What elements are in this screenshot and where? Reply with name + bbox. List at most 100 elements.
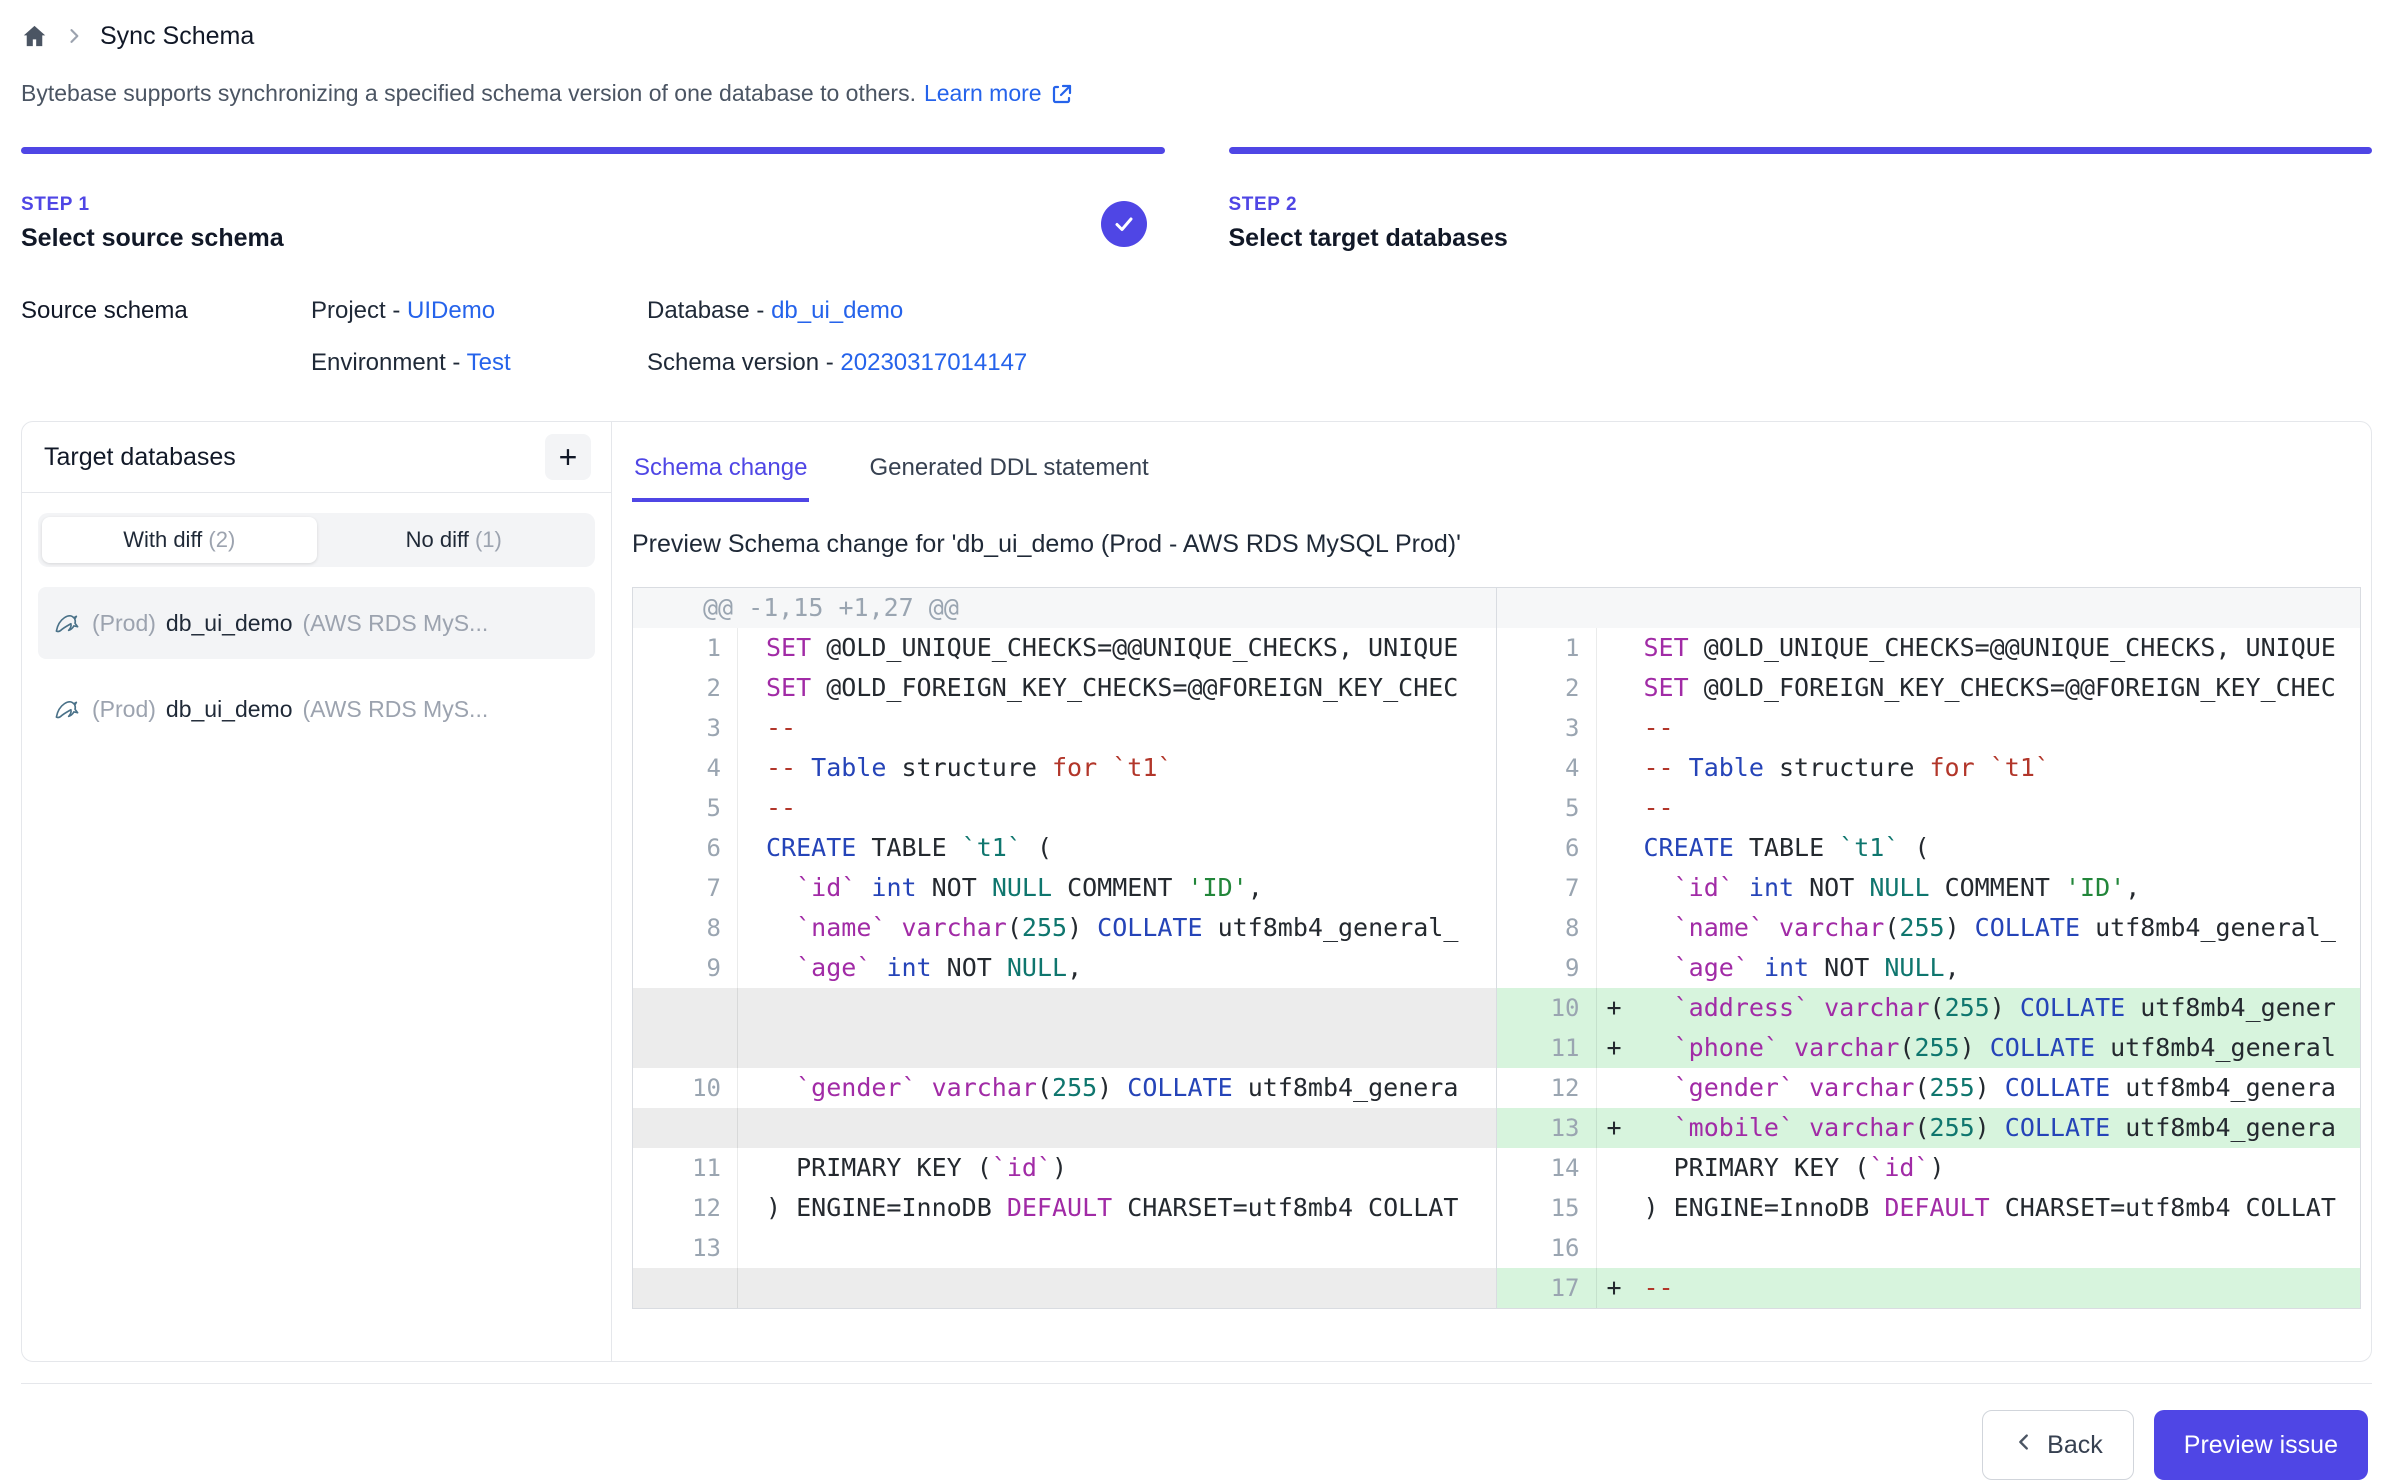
diff-line-number: 7 [633,868,738,908]
diff-code-row: 4-- Table structure for `t1` [633,748,1496,788]
diff-code-text: `id` int NOT NULL COMMENT 'ID', [738,868,1496,908]
diff-right-pane: 1SET @OLD_UNIQUE_CHECKS=@@UNIQUE_CHECKS,… [1497,588,2361,1308]
diff-code-row: 11+ `phone` varchar(255) COLLATE utf8mb4… [1497,1028,2361,1068]
diff-add-marker [1597,1148,1642,1188]
environment-link[interactable]: Test [467,349,511,376]
diff-line-number: 9 [633,948,738,988]
diff-add-marker [1597,908,1642,948]
tab-schema-change[interactable]: Schema change [632,448,809,502]
step-2-progress-bar [1229,147,2373,154]
diff-code-text: ) ENGINE=InnoDB DEFAULT CHARSET=utf8mb4 … [738,1188,1496,1228]
diff-line-number: 17 [1497,1268,1597,1308]
tab-generated-ddl-statement[interactable]: Generated DDL statement [867,448,1150,502]
diff-code-text: `address` varchar(255) COLLATE utf8mb4_g… [1642,988,2361,1028]
back-button[interactable]: Back [1982,1410,2134,1480]
diff-line-number: 16 [1497,1228,1597,1268]
diff-line-number: 13 [1497,1108,1597,1148]
diff-code-text: -- [738,708,1496,748]
target-database-item[interactable]: (Prod)db_ui_demo(AWS RDS MyS... [38,673,595,745]
diff-code-text: CREATE TABLE `t1` ( [738,828,1496,868]
diff-code-text: `name` varchar(255) COLLATE utf8mb4_gene… [738,908,1496,948]
step-2-label: STEP 2 [1229,194,1508,216]
diff-line-number: 4 [1497,748,1597,788]
diff-line-number [633,1028,738,1068]
diff-line-number: 10 [1497,988,1597,1028]
sync-schema-page: Sync Schema Bytebase supports synchroniz… [0,0,2396,1480]
diff-placeholder-row [633,988,1496,1028]
diff-code-row: 16 [1497,1228,2361,1268]
mysql-icon [52,608,82,638]
database-link[interactable]: db_ui_demo [771,297,903,324]
diff-add-marker [1597,1188,1642,1228]
diff-code-row: 8 `name` varchar(255) COLLATE utf8mb4_ge… [633,908,1496,948]
diff-code-row: 1SET @OLD_UNIQUE_CHECKS=@@UNIQUE_CHECKS,… [1497,628,2361,668]
preview-issue-button[interactable]: Preview issue [2154,1410,2368,1480]
diff-line-number: 3 [633,708,738,748]
tab-no-diff[interactable]: No diff (1) [317,517,592,563]
schema-version-link[interactable]: 20230317014147 [840,349,1027,376]
target-databases-title: Target databases [44,443,236,472]
diff-hunk-header [1497,588,2361,628]
diff-add-marker: + [1597,1108,1642,1148]
sync-card: Target databases + With diff (2)No diff … [21,421,2372,1362]
diff-code-text: ) ENGINE=InnoDB DEFAULT CHARSET=utf8mb4 … [1642,1188,2361,1228]
diff-code-row: 12 `gender` varchar(255) COLLATE utf8mb4… [1497,1068,2361,1108]
diff-line-number: 11 [1497,1028,1597,1068]
diff-code-row: 6CREATE TABLE `t1` ( [633,828,1496,868]
diff-add-marker [1597,628,1642,668]
diff-code-text [738,988,1496,1028]
page-description: Bytebase supports synchronizing a specif… [21,80,2372,107]
diff-code-text: CREATE TABLE `t1` ( [1642,828,2361,868]
diff-code-row: 9 `age` int NOT NULL, [1497,948,2361,988]
page-title: Sync Schema [100,22,254,51]
diff-code-text: -- Table structure for `t1` [738,748,1496,788]
home-icon[interactable] [21,23,48,50]
diff-add-marker: + [1597,1028,1642,1068]
diff-add-marker [1597,708,1642,748]
learn-more-link[interactable]: Learn more [924,80,1074,107]
diff-code-text: `name` varchar(255) COLLATE utf8mb4_gene… [1642,908,2361,948]
plus-icon: + [559,441,578,473]
diff-code-row: 2SET @OLD_FOREIGN_KEY_CHECKS=@@FOREIGN_K… [633,668,1496,708]
diff-add-marker: + [1597,988,1642,1028]
diff-code-row: 5-- [1497,788,2361,828]
environment-field: Environment - Test [311,349,647,377]
diff-code-text [738,1108,1496,1148]
diff-line-number: 2 [633,668,738,708]
add-target-database-button[interactable]: + [545,434,591,480]
diff-code-row: 3-- [1497,708,2361,748]
diff-code-row: 7 `id` int NOT NULL COMMENT 'ID', [1497,868,2361,908]
diff-code-row: 13+ `mobile` varchar(255) COLLATE utf8mb… [1497,1108,2361,1148]
tab-with-diff[interactable]: With diff (2) [42,517,317,563]
step-1-title: Select source schema [21,224,284,253]
diff-line-number: 5 [633,788,738,828]
chevron-left-icon [2013,1431,2035,1460]
schema-diff[interactable]: @@ -1,15 +1,27 @@1SET @OLD_UNIQUE_CHECKS… [632,587,2361,1309]
diff-code-row: 10+ `address` varchar(255) COLLATE utf8m… [1497,988,2361,1028]
target-database-list: (Prod)db_ui_demo(AWS RDS MyS... (Prod)db_… [22,567,611,779]
diff-line-number: 2 [1497,668,1597,708]
breadcrumb: Sync Schema [21,14,2372,58]
project-field: Project - UIDemo [311,297,647,325]
target-database-item[interactable]: (Prod)db_ui_demo(AWS RDS MyS... [38,587,595,659]
diff-code-text: `mobile` varchar(255) COLLATE utf8mb4_ge… [1642,1108,2361,1148]
schema-version-field: Schema version - 20230317014147 [647,349,2372,377]
diff-add-marker: + [1597,1268,1642,1308]
external-link-icon [1050,82,1074,106]
diff-code-text: SET @OLD_UNIQUE_CHECKS=@@UNIQUE_CHECKS, … [738,628,1496,668]
footer: Back Preview issue [21,1383,2372,1480]
diff-code-text [738,1028,1496,1068]
diff-add-marker [1597,788,1642,828]
database-field: Database - db_ui_demo [647,297,2372,325]
project-link[interactable]: UIDemo [407,297,495,324]
step-1: STEP 1 Select source schema [21,147,1165,253]
preview-area: Schema changeGenerated DDL statement Pre… [612,422,2371,1361]
diff-line-number: 6 [633,828,738,868]
diff-code-row: 9 `age` int NOT NULL, [633,948,1496,988]
diff-line-number: 1 [1497,628,1597,668]
diff-line-number [633,1108,738,1148]
source-schema-label: Source schema [21,297,311,325]
diff-code-row: 3-- [633,708,1496,748]
diff-line-number: 5 [1497,788,1597,828]
diff-line-number: 13 [633,1228,738,1268]
